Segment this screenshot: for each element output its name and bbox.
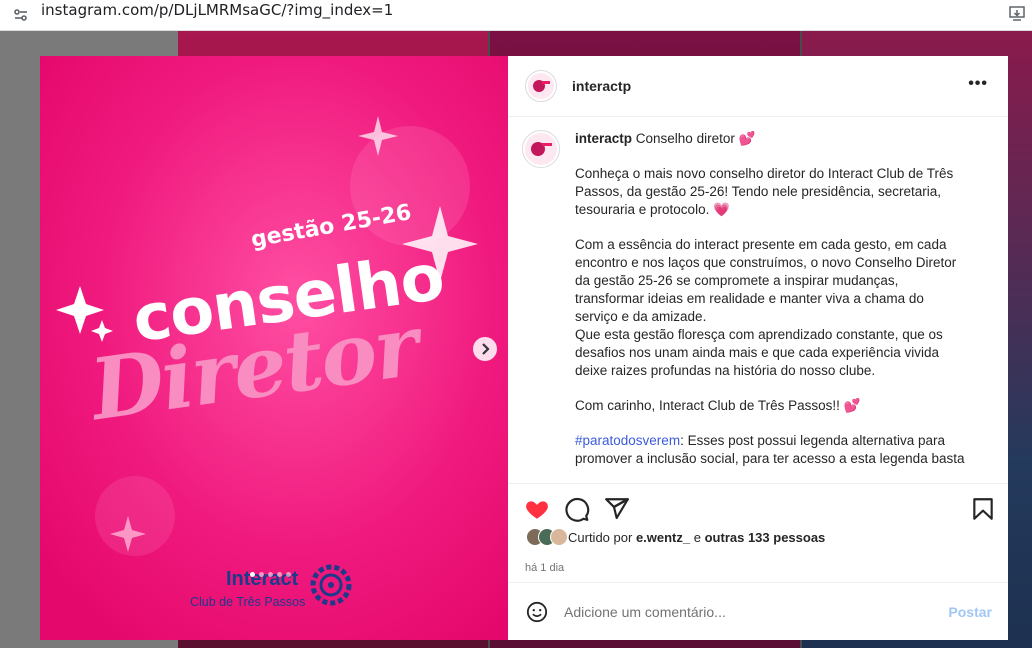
chevron-right-icon [482,343,490,355]
like-heart-icon[interactable] [524,496,550,522]
add-comment-row: Adicione um comentário... Postar [508,582,1008,640]
post-actions: Curtido por e.wentz_ e outras 133 pessoa… [508,483,1008,640]
next-image-button[interactable] [473,337,497,361]
avatar[interactable] [525,70,557,102]
site-settings-icon[interactable] [12,6,30,24]
carousel-dot [286,572,291,577]
hashtag-link[interactable]: #paratodosverem [575,433,680,448]
install-app-icon[interactable] [1008,4,1026,22]
caption-paragraph-2: Com a essência do interact presente em c… [575,237,957,378]
share-icon[interactable] [604,496,630,522]
liked-by-line: Curtido por e.wentz_ e outras 133 pessoa… [526,528,826,546]
browser-address-bar: instagram.com/p/DLjLMRMsaGC/?img_index=1 [0,0,1032,31]
carousel-dot [259,572,264,577]
caption-title: Conselho diretor 💕 [635,131,756,146]
caption-paragraph-3: Com carinho, Interact Club de Três Passo… [575,398,861,413]
liker-avatar-3 [550,528,568,546]
post-comment-button[interactable]: Postar [948,604,992,620]
post-details-panel: interactp ••• interactp Conselho diretor… [508,56,1008,640]
carousel-indicator [250,564,295,582]
more-options-icon[interactable]: ••• [968,76,988,92]
caption-area: interactp Conselho diretor 💕 Conheça o m… [522,118,994,482]
caption-avatar[interactable] [522,130,560,168]
carousel-dot-active [250,572,255,577]
save-bookmark-icon[interactable] [970,496,996,522]
liked-others-link[interactable]: outras 133 pessoas [705,530,826,545]
carousel-dot [268,572,273,577]
caption-paragraph-1: Conheça o mais novo conselho diretor do … [575,166,954,217]
liked-user-link[interactable]: e.wentz_ [636,530,690,545]
liked-prefix: Curtido por [568,530,633,545]
comment-input[interactable]: Adicione um comentário... [564,604,726,620]
post-header: interactp ••• [508,56,1008,117]
carousel-dot [277,572,282,577]
post-image: gestão 25-26 Conselho Diretor Interact C… [40,56,508,640]
header-username[interactable]: interactp [572,78,631,94]
caption-username[interactable]: interactp [575,131,632,146]
emoji-picker-icon[interactable] [526,601,548,623]
url-text[interactable]: instagram.com/p/DLjLMRMsaGC/?img_index=1 [41,1,393,19]
brand-subtitle: Club de Três Passos [190,595,306,609]
post-timestamp[interactable]: há 1 dia [525,562,564,574]
caption-text: interactp Conselho diretor 💕 Conheça o m… [575,130,965,482]
rotary-wheel-icon [310,564,352,606]
comment-icon[interactable] [564,496,590,522]
liked-middle: e [693,530,701,545]
